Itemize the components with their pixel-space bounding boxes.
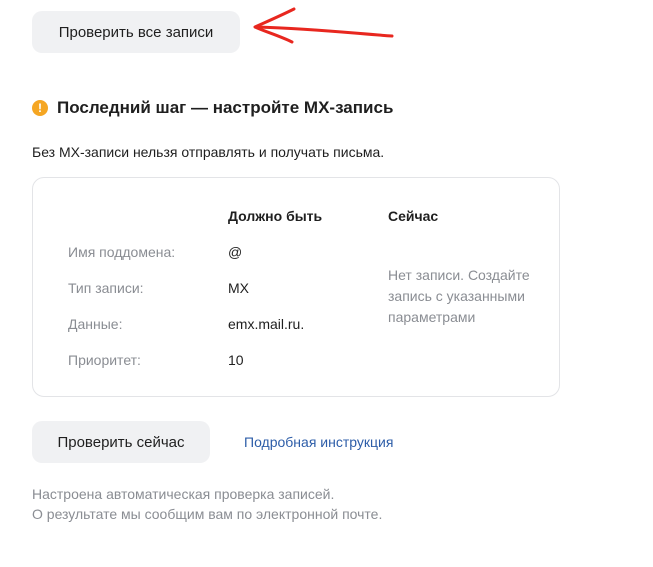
- column-header-expected: Должно быть: [228, 208, 323, 224]
- step-heading: ! Последний шаг — настройте MX-запись: [32, 98, 393, 118]
- auto-check-note-line-1: Настроена автоматическая проверка записе…: [32, 486, 335, 502]
- step-description: Без MX-записи нельзя отправлять и получа…: [32, 144, 385, 160]
- auto-check-note-line-2: О результате мы сообщим вам по электронн…: [32, 506, 383, 522]
- current-status-text: Нет записи. Создайте запись с указанными…: [388, 267, 530, 325]
- red-arrow-left-icon: [253, 7, 394, 44]
- check-now-button[interactable]: Проверить сейчас: [32, 421, 210, 463]
- mx-record-card: Должно быть Сейчас Имя поддомена: @ Тип …: [32, 177, 560, 397]
- row-label-data: Данные:: [68, 316, 123, 332]
- auto-check-note: Настроена автоматическая проверка записе…: [32, 484, 382, 524]
- warning-icon: !: [32, 100, 48, 116]
- step-title: Последний шаг — настройте MX-запись: [57, 98, 394, 117]
- instructions-link[interactable]: Подробная инструкция: [244, 434, 393, 450]
- row-value-priority: 10: [228, 352, 244, 368]
- row-label-subdomain: Имя поддомена:: [68, 244, 176, 260]
- row-value-data: emx.mail.ru.: [228, 316, 305, 332]
- check-all-records-button[interactable]: Проверить все записи: [32, 11, 240, 53]
- column-header-current: Сейчас: [388, 208, 439, 224]
- row-value-record-type: MX: [228, 280, 249, 296]
- row-label-record-type: Тип записи:: [68, 280, 144, 296]
- row-label-priority: Приоритет:: [68, 352, 141, 368]
- row-value-subdomain: @: [228, 244, 243, 260]
